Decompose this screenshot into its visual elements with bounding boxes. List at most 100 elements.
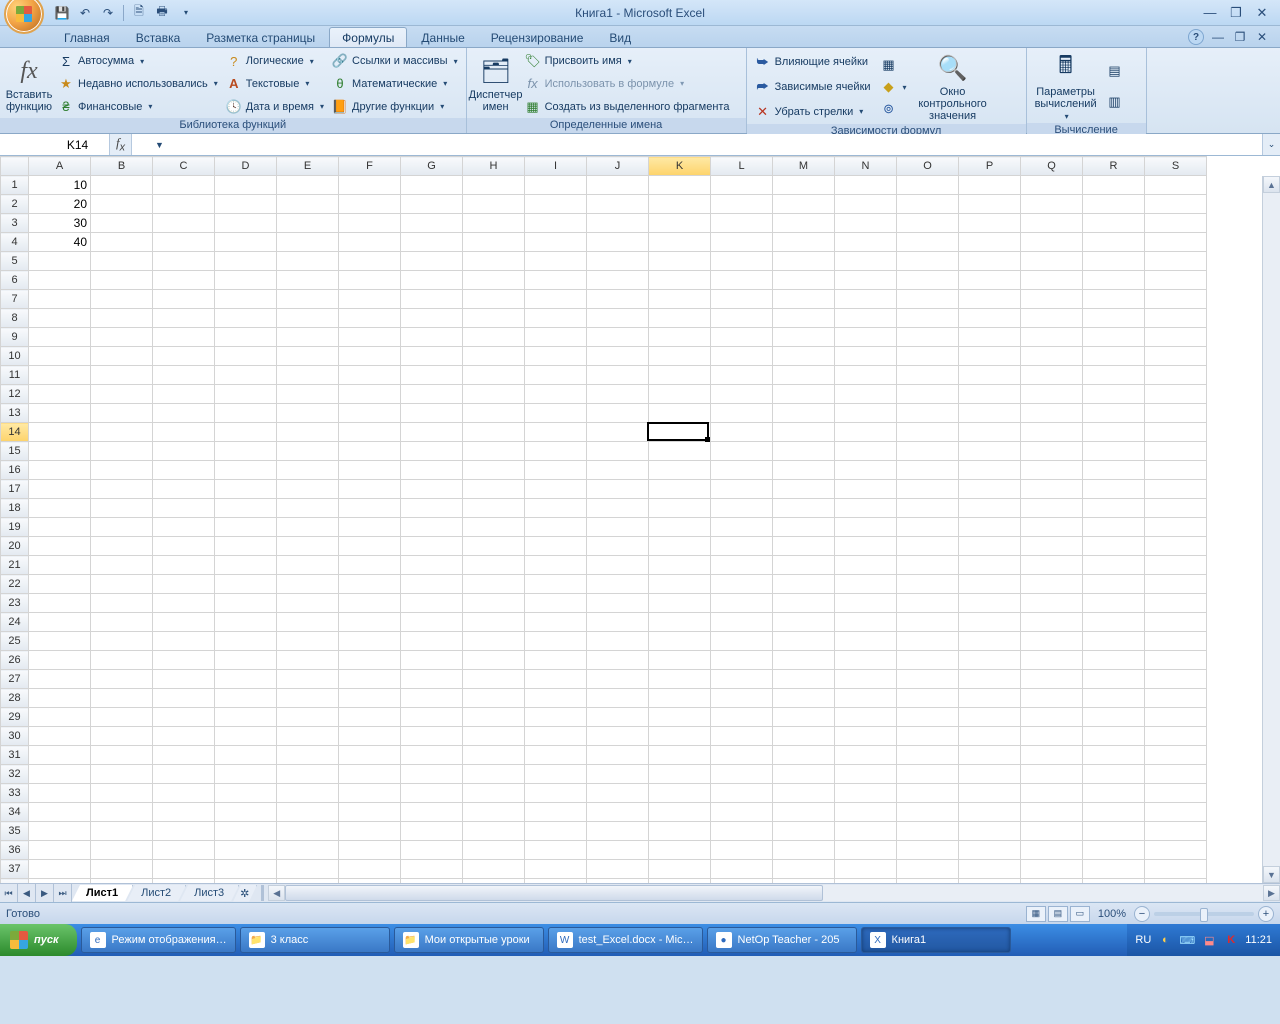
row-header-34[interactable]: 34 <box>1 803 29 822</box>
cell-G14[interactable] <box>401 423 463 442</box>
name-box-input[interactable] <box>0 138 155 152</box>
zoom-out-button[interactable]: − <box>1134 906 1150 922</box>
cell-K8[interactable] <box>649 309 711 328</box>
cell-K18[interactable] <box>649 499 711 518</box>
cell-G8[interactable] <box>401 309 463 328</box>
cell-Q5[interactable] <box>1021 252 1083 271</box>
cell-N28[interactable] <box>835 689 897 708</box>
cell-B9[interactable] <box>91 328 153 347</box>
cell-C1[interactable] <box>153 176 215 195</box>
cell-M31[interactable] <box>773 746 835 765</box>
cell-R9[interactable] <box>1083 328 1145 347</box>
cell-M8[interactable] <box>773 309 835 328</box>
cell-S32[interactable] <box>1145 765 1207 784</box>
cell-B30[interactable] <box>91 727 153 746</box>
cell-D17[interactable] <box>215 480 277 499</box>
cell-I25[interactable] <box>525 632 587 651</box>
cell-K9[interactable] <box>649 328 711 347</box>
cell-A35[interactable] <box>29 822 91 841</box>
cell-H34[interactable] <box>463 803 525 822</box>
cell-H19[interactable] <box>463 518 525 537</box>
cell-L26[interactable] <box>711 651 773 670</box>
cell-S6[interactable] <box>1145 271 1207 290</box>
cell-F14[interactable] <box>339 423 401 442</box>
column-header-S[interactable]: S <box>1145 157 1207 176</box>
row-header-8[interactable]: 8 <box>1 309 29 328</box>
cell-R28[interactable] <box>1083 689 1145 708</box>
cell-P6[interactable] <box>959 271 1021 290</box>
cell-G24[interactable] <box>401 613 463 632</box>
cell-N19[interactable] <box>835 518 897 537</box>
column-header-H[interactable]: H <box>463 157 525 176</box>
cell-G15[interactable] <box>401 442 463 461</box>
create-from-selection-button[interactable]: ▦Создать из выделенного фрагмента <box>521 98 734 116</box>
cell-A17[interactable] <box>29 480 91 499</box>
cell-O36[interactable] <box>897 841 959 860</box>
close-button[interactable]: ✕ <box>1252 6 1272 20</box>
cell-L23[interactable] <box>711 594 773 613</box>
cell-O3[interactable] <box>897 214 959 233</box>
cell-M35[interactable] <box>773 822 835 841</box>
cell-R19[interactable] <box>1083 518 1145 537</box>
cell-M29[interactable] <box>773 708 835 727</box>
cell-G29[interactable] <box>401 708 463 727</box>
cell-J32[interactable] <box>587 765 649 784</box>
scroll-right-icon[interactable]: ▶ <box>1263 885 1280 901</box>
cell-G13[interactable] <box>401 404 463 423</box>
cell-D23[interactable] <box>215 594 277 613</box>
cell-J28[interactable] <box>587 689 649 708</box>
cell-N15[interactable] <box>835 442 897 461</box>
cell-B13[interactable] <box>91 404 153 423</box>
page-break-view-button[interactable]: ▭ <box>1070 906 1090 922</box>
cell-S34[interactable] <box>1145 803 1207 822</box>
cell-M34[interactable] <box>773 803 835 822</box>
cell-G12[interactable] <box>401 385 463 404</box>
cell-Q38[interactable] <box>1021 879 1083 884</box>
cell-N6[interactable] <box>835 271 897 290</box>
cell-R31[interactable] <box>1083 746 1145 765</box>
cell-K36[interactable] <box>649 841 711 860</box>
language-indicator[interactable]: RU <box>1135 934 1151 946</box>
cell-L28[interactable] <box>711 689 773 708</box>
cell-A33[interactable] <box>29 784 91 803</box>
cell-H36[interactable] <box>463 841 525 860</box>
cell-N26[interactable] <box>835 651 897 670</box>
cell-R8[interactable] <box>1083 309 1145 328</box>
cell-K4[interactable] <box>649 233 711 252</box>
cell-S27[interactable] <box>1145 670 1207 689</box>
cell-K2[interactable] <box>649 195 711 214</box>
taskbar-item[interactable]: XКнига1 <box>861 927 1011 953</box>
cell-O32[interactable] <box>897 765 959 784</box>
cell-E15[interactable] <box>277 442 339 461</box>
cell-E21[interactable] <box>277 556 339 575</box>
cell-L4[interactable] <box>711 233 773 252</box>
cell-F21[interactable] <box>339 556 401 575</box>
row-header-21[interactable]: 21 <box>1 556 29 575</box>
cell-R35[interactable] <box>1083 822 1145 841</box>
cell-J19[interactable] <box>587 518 649 537</box>
cell-R23[interactable] <box>1083 594 1145 613</box>
cell-Q37[interactable] <box>1021 860 1083 879</box>
cell-R6[interactable] <box>1083 271 1145 290</box>
row-header-22[interactable]: 22 <box>1 575 29 594</box>
cell-E38[interactable] <box>277 879 339 884</box>
cell-G23[interactable] <box>401 594 463 613</box>
cell-B34[interactable] <box>91 803 153 822</box>
cell-I1[interactable] <box>525 176 587 195</box>
cell-O7[interactable] <box>897 290 959 309</box>
cell-O5[interactable] <box>897 252 959 271</box>
cell-N10[interactable] <box>835 347 897 366</box>
cell-M26[interactable] <box>773 651 835 670</box>
cell-H18[interactable] <box>463 499 525 518</box>
cell-J5[interactable] <box>587 252 649 271</box>
cell-L20[interactable] <box>711 537 773 556</box>
cell-A26[interactable] <box>29 651 91 670</box>
cell-I11[interactable] <box>525 366 587 385</box>
column-header-G[interactable]: G <box>401 157 463 176</box>
cell-H2[interactable] <box>463 195 525 214</box>
cell-H11[interactable] <box>463 366 525 385</box>
cell-K32[interactable] <box>649 765 711 784</box>
cell-B12[interactable] <box>91 385 153 404</box>
cell-P8[interactable] <box>959 309 1021 328</box>
cell-F4[interactable] <box>339 233 401 252</box>
